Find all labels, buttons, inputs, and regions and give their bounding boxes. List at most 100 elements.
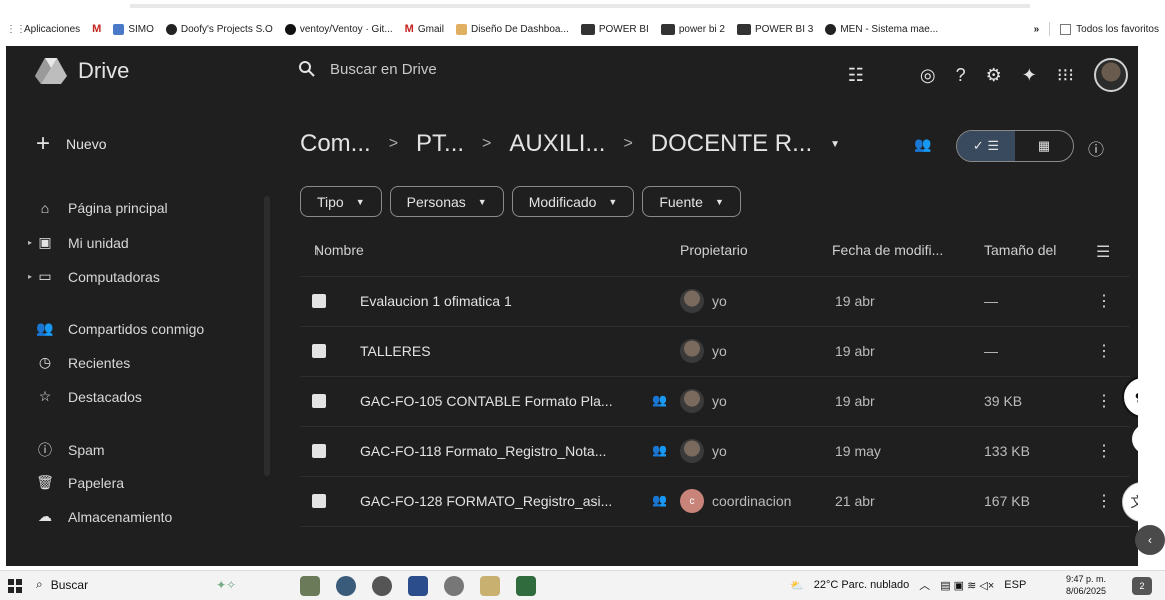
bookmark-simo[interactable]: SIMO (113, 23, 154, 35)
filter-label: Modificado (528, 193, 597, 210)
sidebar-item-spam[interactable]: ⓘ Spam (36, 440, 105, 460)
list-view-button[interactable]: ✓ ☰ (957, 131, 1015, 161)
dropdown-arrow-icon[interactable]: ▼ (830, 139, 840, 150)
expand-caret-icon[interactable]: ▸ (28, 238, 32, 247)
more-actions-icon[interactable]: ⋮ (1096, 441, 1112, 461)
table-row[interactable]: GAC-FO-128 FORMATO_Registro_asi... 👥 c coor… (300, 476, 1130, 526)
tray-chevron-up-icon[interactable]: ︿ (919, 577, 930, 593)
plus-icon: + (36, 130, 51, 157)
file-explorer-icon[interactable] (300, 576, 320, 596)
windows-start-icon[interactable] (8, 579, 22, 593)
bookmark-dashboard[interactable]: Diseño De Dashboa... (455, 23, 569, 35)
taskbar-clock[interactable]: 9:47 p. m. 8/06/2025 (1066, 573, 1106, 597)
bookmark-apps[interactable]: ⋮⋮ Aplicaciones (6, 24, 80, 35)
file-size: 133 KB (984, 443, 1030, 459)
edge-icon[interactable] (336, 576, 356, 596)
notifications-badge[interactable]: 2 (1132, 577, 1152, 595)
sort-options-icon[interactable]: ☰ (1096, 242, 1110, 262)
sidebar-item-trash[interactable]: 🗑 Papelera (36, 474, 124, 491)
more-actions-icon[interactable]: ⋮ (1096, 291, 1112, 311)
app-icon[interactable] (372, 576, 392, 596)
sidebar-scrollbar[interactable] (264, 196, 270, 476)
drive-logo[interactable]: Drive (34, 56, 129, 86)
file-modified-date: 19 may (835, 443, 881, 459)
bookmarks-overflow-button[interactable]: » (1034, 24, 1040, 35)
more-actions-icon[interactable]: ⋮ (1096, 341, 1112, 361)
trash-icon: 🗑 (36, 474, 54, 490)
breadcrumb-current-folder[interactable]: DOCENTE R... (651, 130, 812, 158)
column-size-header[interactable]: Tamaño del (984, 242, 1056, 258)
bookmark-powerbi[interactable]: POWER BI (580, 23, 649, 35)
bookmark-men[interactable]: MEN - Sistema mae... (825, 23, 938, 35)
gemini-icon[interactable]: ✿ (1122, 376, 1138, 418)
more-actions-icon[interactable]: ⋮ (1096, 491, 1112, 511)
chrome-icon[interactable] (444, 576, 464, 596)
offline-status-icon[interactable]: ◎ (920, 65, 936, 86)
sidebar-item-label: Almacenamiento (68, 508, 173, 525)
search-box[interactable]: Buscar en Drive (298, 60, 437, 78)
info-icon[interactable]: ⓘ (1088, 136, 1104, 160)
word-icon[interactable] (408, 576, 428, 596)
breadcrumb-item[interactable]: PT... (416, 130, 464, 158)
bookmark-ventoy[interactable]: ventoy/Ventoy · Git... (284, 23, 393, 35)
sidebar-item-my-drive[interactable]: ▸ ▣ Mi unidad (28, 234, 129, 251)
all-favorites-button[interactable]: Todos los favoritos (1060, 23, 1159, 35)
sort-arrow-up-icon[interactable]: ↑ (314, 242, 321, 258)
sidebar-item-shared[interactable]: 👥 Compartidos conmigo (36, 320, 204, 337)
excel-file-icon (312, 494, 326, 508)
folder-icon[interactable] (480, 576, 500, 596)
account-avatar[interactable] (1094, 58, 1128, 92)
sidebar-item-label: Mi unidad (68, 234, 129, 251)
gemini-spark-icon[interactable]: ✦ (1022, 65, 1037, 86)
table-row[interactable]: GAC-FO-105 CONTABLE Formato Pla... 👥 yo 19 … (300, 376, 1130, 426)
filter-type[interactable]: Tipo ▼ (300, 186, 382, 217)
grid-view-button[interactable]: ▦ (1015, 131, 1073, 161)
taskbar-search[interactable]: ⌕ Buscar ✦✧ (36, 577, 236, 592)
table-row[interactable]: TALLERES yo 19 abr — ⋮ (300, 326, 1130, 376)
table-row[interactable]: Evalaucion 1 ofimatica 1 yo 19 abr — ⋮ (300, 276, 1130, 326)
search-input[interactable]: Buscar en Drive (330, 61, 437, 78)
sidebar-item-starred[interactable]: ☆ Destacados (36, 388, 142, 405)
sidebar-item-recent[interactable]: ◷ Recientes (36, 354, 130, 371)
more-actions-icon[interactable]: ⋮ (1096, 391, 1112, 411)
table-row-partial[interactable] (300, 526, 1130, 540)
apps-grid-icon[interactable]: ⁝⁝⁝ (1057, 65, 1074, 86)
help-icon[interactable]: ? (956, 65, 966, 86)
bookmark-powerbi-3[interactable]: POWER BI 3 (736, 23, 813, 35)
new-button-label: Nuevo (66, 136, 107, 152)
shared-people-icon[interactable]: 👥 (914, 136, 931, 153)
drive-app: Drive Buscar en Drive ☷ ◎ ? ⚙ ✦ ⁝⁝⁝ + Nu… (6, 46, 1138, 566)
collapse-panel-button[interactable]: ‹ (1135, 525, 1165, 555)
file-size: — (984, 343, 998, 359)
table-row[interactable]: GAC-FO-118 Formato_Registro_Nota... 👥 yo 19… (300, 426, 1130, 476)
sidebar-item-label: Spam (68, 442, 105, 458)
search-options-icon[interactable]: ☷ (848, 65, 864, 86)
bookmark-gmail[interactable]: M Gmail (405, 23, 444, 35)
sidebar-item-home[interactable]: ⌂ Página principal (36, 200, 168, 216)
breadcrumb-item[interactable]: AUXILI... (509, 130, 605, 158)
expand-caret-icon[interactable]: ▸ (28, 272, 32, 281)
side-panel: ✿ ✦ 文A (1112, 376, 1138, 522)
ai-sparkle-icon[interactable]: ✦ (1132, 424, 1138, 454)
bookmark-doofy[interactable]: Doofy's Projects S.O (165, 23, 273, 35)
bookmark-powerbi-2[interactable]: power bi 2 (660, 23, 725, 35)
filter-label: Fuente (659, 193, 703, 210)
sidebar-item-storage[interactable]: ☁ Almacenamiento (36, 508, 172, 525)
filter-people[interactable]: Personas ▼ (389, 186, 504, 217)
tray-icons[interactable]: ▤ ▣ ≋ ◁× (940, 579, 994, 592)
sidebar-item-computers[interactable]: ▸ ▭ Computadoras (28, 268, 160, 285)
new-button[interactable]: + Nuevo (36, 130, 106, 158)
owner-name: coordinacion (712, 493, 792, 509)
filter-source[interactable]: Fuente ▼ (642, 186, 741, 217)
column-modified-header[interactable]: Fecha de modifi... (832, 242, 943, 258)
settings-gear-icon[interactable]: ⚙ (986, 65, 1002, 86)
weather-text[interactable]: 22°C Parc. nublado (814, 579, 910, 591)
excel-icon[interactable] (516, 576, 536, 596)
bookmark-gmail-short[interactable]: M (92, 23, 101, 35)
language-indicator[interactable]: ESP (1004, 579, 1026, 591)
filter-modified[interactable]: Modificado ▼ (511, 186, 635, 217)
column-owner-header[interactable]: Propietario (680, 242, 748, 258)
breadcrumb-item[interactable]: Com... (300, 130, 371, 158)
owner-name: yo (712, 293, 727, 309)
doofy-icon (165, 23, 177, 35)
